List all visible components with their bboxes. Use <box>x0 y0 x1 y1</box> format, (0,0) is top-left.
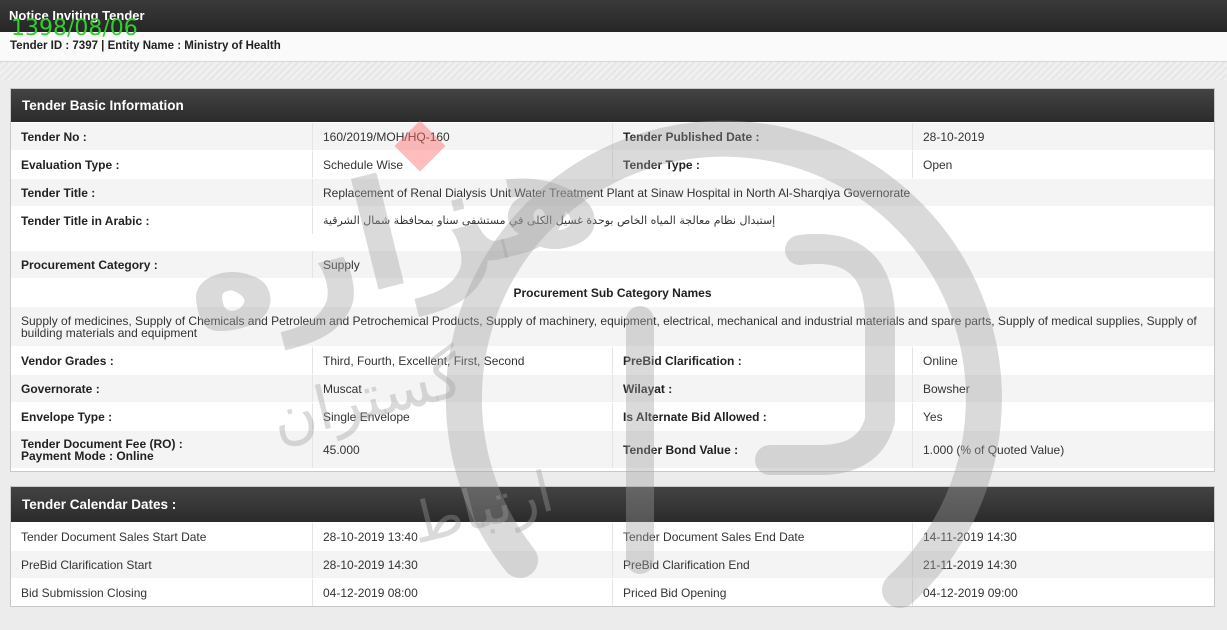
tender-bond-label: Tender Bond Value : <box>613 431 913 468</box>
wilayat-value: Bowsher <box>923 381 970 396</box>
tender-bond-value: 1.000 (% of Quoted Value) <box>923 442 1065 457</box>
date-stamp: 1398/08/06 <box>11 16 138 41</box>
basic-info-heading: Tender Basic Information <box>11 89 1214 122</box>
published-date-value: 28-10-2019 <box>923 129 985 144</box>
tender-type-value: Open <box>923 157 953 172</box>
basic-info-panel: Tender Basic Information Tender No : 160… <box>10 88 1215 472</box>
tender-meta: Tender ID : 7397 | Entity Name : Ministr… <box>10 40 281 52</box>
alternate-bid-value: Yes <box>923 409 943 424</box>
governorate-value: Muscat <box>313 375 613 402</box>
table-row: Vendor Grades : Third, Fourth, Excellent… <box>11 346 1214 374</box>
governorate-label: Governorate : <box>11 375 313 402</box>
prebid-clarification-value: Online <box>923 353 958 368</box>
notice-header-bar: Notice Inviting Tender <box>0 0 1227 32</box>
vendor-grades-value: Third, Fourth, Excellent, First, Second <box>313 347 613 374</box>
table-row: Tender Title : Replacement of Renal Dial… <box>11 178 1214 206</box>
calendar-panel: Tender Calendar Dates : Tender Document … <box>10 486 1215 607</box>
table-row: Tender Document Fee (RO) : Payment Mode … <box>11 430 1214 468</box>
table-row: Evaluation Type : Schedule Wise Tender T… <box>11 150 1214 178</box>
alternate-bid-label: Is Alternate Bid Allowed : <box>613 403 913 430</box>
procurement-category-label: Procurement Category : <box>11 251 313 278</box>
sub-category-list: Supply of medicines, Supply of Chemicals… <box>21 313 1197 340</box>
sales-start-label: Tender Document Sales Start Date <box>11 523 313 550</box>
payment-mode-label: Payment Mode : Online <box>21 448 154 463</box>
envelope-type-value: Single Envelope <box>313 403 613 430</box>
prebid-end-label: PreBid Clarification End <box>613 551 913 578</box>
priced-bid-opening-value: 04-12-2019 09:00 <box>923 585 1018 600</box>
envelope-type-label: Envelope Type : <box>11 403 313 430</box>
table-row: Tender Title in Arabic : إستبدال نظام مع… <box>11 206 1214 234</box>
document-fee-label: Tender Document Fee (RO) : <box>21 436 183 451</box>
arabic-title-text: إستبدال نظام معالجة المياه الخاص بوحدة غ… <box>323 214 776 227</box>
wilayat-label: Wilayat : <box>613 375 913 402</box>
table-row: Supply of medicines, Supply of Chemicals… <box>11 306 1214 346</box>
tender-title-arabic-label: Tender Title in Arabic : <box>11 207 313 234</box>
prebid-start-value: 28-10-2019 14:30 <box>313 551 613 578</box>
priced-bid-opening-label: Priced Bid Opening <box>613 579 913 606</box>
table-row: Tender No : 160/2019/MOH/HQ-160 Tender P… <box>11 122 1214 150</box>
tender-title-label: Tender Title : <box>11 179 313 206</box>
table-row: PreBid Clarification Start 28-10-2019 14… <box>11 550 1214 578</box>
bid-closing-label: Bid Submission Closing <box>11 579 313 606</box>
table-row: Envelope Type : Single Envelope Is Alter… <box>11 402 1214 430</box>
prebid-clarification-label: PreBid Clarification : <box>613 347 913 374</box>
table-row: Procurement Sub Category Names <box>11 278 1214 306</box>
spacer-row <box>11 234 1214 250</box>
sub-category-heading: Procurement Sub Category Names <box>513 285 712 300</box>
prebid-start-label: PreBid Clarification Start <box>11 551 313 578</box>
bid-closing-value: 04-12-2019 08:00 <box>313 579 613 606</box>
tender-title-value: Replacement of Renal Dialysis Unit Water… <box>323 185 911 200</box>
tender-no-label: Tender No : <box>11 123 313 150</box>
calendar-heading: Tender Calendar Dates : <box>11 487 1214 522</box>
tender-no-value: 160/2019/MOH/HQ-160 <box>313 123 613 150</box>
table-row: Bid Submission Closing 04-12-2019 08:00 … <box>11 578 1214 606</box>
vendor-grades-label: Vendor Grades : <box>11 347 313 374</box>
table-row: Procurement Category : Supply <box>11 250 1214 278</box>
sales-start-value: 28-10-2019 13:40 <box>313 523 613 550</box>
document-fee-label-cell: Tender Document Fee (RO) : Payment Mode … <box>11 431 313 468</box>
sales-end-value: 14-11-2019 14:30 <box>923 529 1017 544</box>
divider-stripe <box>0 62 1227 80</box>
document-fee-value: 45.000 <box>313 431 613 468</box>
published-date-label: Tender Published Date : <box>613 123 913 150</box>
tender-meta-bar: Tender ID : 7397 | Entity Name : Ministr… <box>0 32 1227 62</box>
procurement-category-value: Supply <box>323 257 360 272</box>
table-row: Governorate : Muscat Wilayat : Bowsher <box>11 374 1214 402</box>
evaluation-type-label: Evaluation Type : <box>11 151 313 178</box>
prebid-end-value: 21-11-2019 14:30 <box>923 557 1017 572</box>
sales-end-label: Tender Document Sales End Date <box>613 523 913 550</box>
tender-title-arabic-value: إستبدال نظام معالجة المياه الخاص بوحدة غ… <box>313 207 1214 234</box>
tender-type-label: Tender Type : <box>613 151 913 178</box>
evaluation-type-value: Schedule Wise <box>313 151 613 178</box>
table-row: Tender Document Sales Start Date 28-10-2… <box>11 522 1214 550</box>
